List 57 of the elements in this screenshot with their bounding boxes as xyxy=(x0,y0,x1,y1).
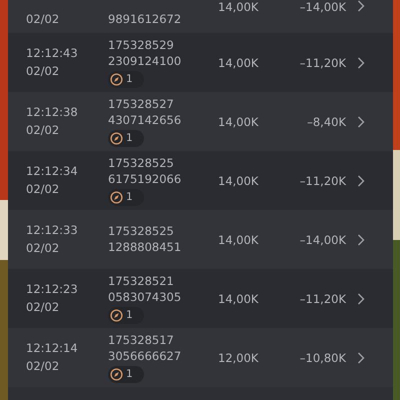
chevron-icon[interactable] xyxy=(357,174,365,186)
amount-text: 14,00K xyxy=(218,114,260,128)
chevron-icon[interactable] xyxy=(357,56,365,68)
amount-text: 14,00K xyxy=(218,232,260,246)
order-id-text: 2309124100 xyxy=(108,54,182,68)
order-id-text: 175328517 xyxy=(108,332,175,348)
amount-text: 14,00K xyxy=(218,56,260,70)
order-id-text: 175328527 xyxy=(108,96,175,112)
compass-icon xyxy=(110,368,123,380)
order-id-text: 3056666627 xyxy=(108,348,182,364)
order-id-text: 0583074305 xyxy=(108,290,182,304)
order-id-text: 175328525 xyxy=(108,224,175,239)
date-text: 02/02 xyxy=(26,12,60,27)
time-text: 12:12:38 xyxy=(26,105,79,120)
count-badge: 1 xyxy=(108,188,144,206)
count-badge: 1 xyxy=(108,306,144,324)
change-text: –14,00K xyxy=(298,232,346,246)
change-text: –14,00K xyxy=(298,0,346,14)
compass-icon xyxy=(110,132,123,144)
order-id-text: 175328529 xyxy=(108,38,175,52)
time-text: 12:12:14 xyxy=(26,341,79,356)
change-text: –11,20K xyxy=(298,56,346,70)
order-id-text: 4307142656 xyxy=(108,112,182,128)
change-text: –11,20K xyxy=(298,292,346,306)
change-text: –10,80K xyxy=(298,350,346,364)
date-text: 02/02 xyxy=(26,359,60,374)
time-text: 12:12:23 xyxy=(26,282,79,297)
date-text: 02/02 xyxy=(26,241,60,256)
order-id-text: 175328525 xyxy=(108,156,175,170)
count-badge: 1 xyxy=(108,70,144,88)
time-text: 12:12:43 xyxy=(26,46,79,61)
count-badge: 1 xyxy=(108,130,144,146)
date-text: 02/02 xyxy=(26,64,60,79)
time-text: 12:12:34 xyxy=(26,164,79,179)
compass-icon xyxy=(110,190,123,204)
order-id-text: 1288808451 xyxy=(108,240,182,255)
date-text: 02/02 xyxy=(26,182,60,197)
amount-text: 14,00K xyxy=(218,174,260,188)
chevron-icon[interactable] xyxy=(357,352,365,364)
compass-icon xyxy=(110,308,123,322)
order-id-text: 6175192066 xyxy=(108,172,182,186)
compass-icon xyxy=(110,72,123,86)
chevron-icon[interactable] xyxy=(357,116,365,128)
chevron-icon[interactable] xyxy=(357,234,365,246)
date-text: 02/02 xyxy=(26,123,60,138)
amount-text: 14,00K xyxy=(218,292,260,306)
order-id-text: 9891612672 xyxy=(108,12,182,27)
date-text: 02/02 xyxy=(26,300,60,315)
amount-text: 14,00K xyxy=(218,0,260,14)
amount-text: 12,00K xyxy=(218,350,260,364)
chevron-icon[interactable] xyxy=(357,292,365,304)
chevron-icon[interactable] xyxy=(357,0,365,12)
change-text: –11,20K xyxy=(298,174,346,188)
time-text: 12:12:33 xyxy=(26,223,79,238)
order-id-text: 175328521 xyxy=(108,274,175,288)
change-text: –8,40K xyxy=(306,114,346,128)
count-badge: 1 xyxy=(108,366,144,382)
